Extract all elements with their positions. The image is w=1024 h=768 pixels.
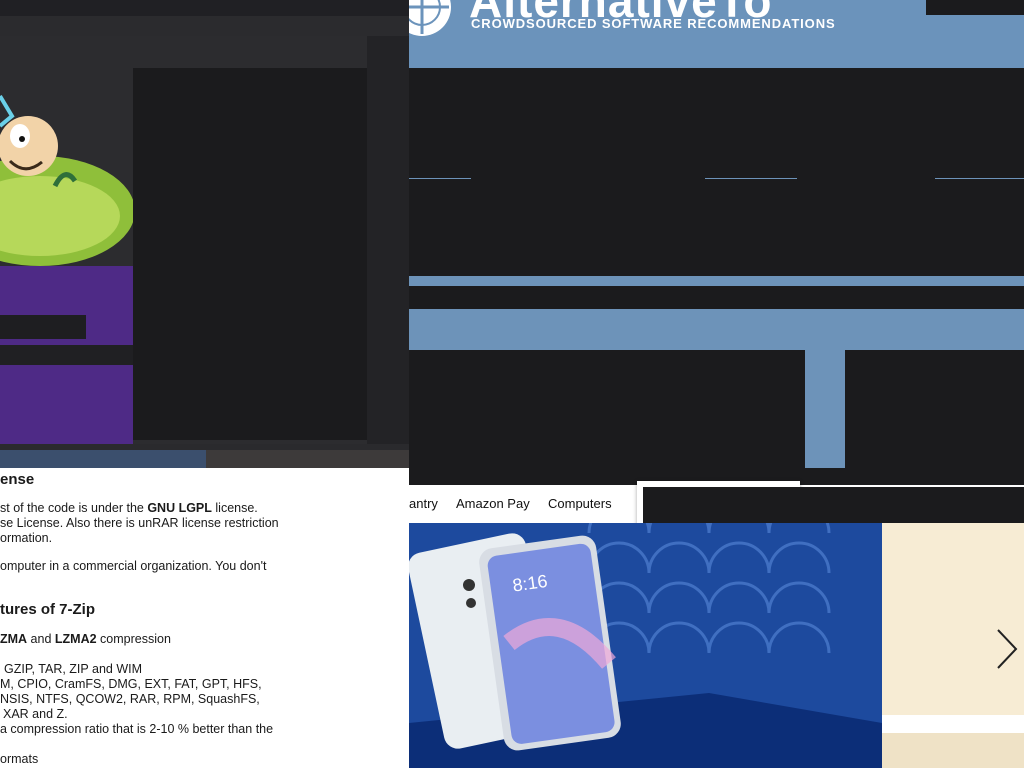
overlay-block-strip [409, 158, 1024, 178]
header-corner-overlay [926, 0, 1024, 15]
phone-promo-image: 8:16 [409, 523, 882, 768]
feature-lzma: ZMA and LZMA2 compression [0, 632, 171, 646]
left-caption-bar [0, 315, 86, 339]
overlay-block-lower [409, 286, 1024, 309]
left-thumbnail-strip [0, 444, 409, 468]
overlay-block-right [845, 350, 1024, 468]
license-line-3: ormation. [0, 531, 53, 545]
thumbnail-images [0, 444, 409, 468]
feature-line-4: XAR and Z. [3, 707, 68, 721]
left-side-strip [367, 36, 409, 444]
site-header: AlternativeTo CROWDSOURCED SOFTWARE RECO… [409, 0, 1024, 68]
overlay-block-top [409, 68, 1024, 158]
feature-line-1: GZIP, TAR, ZIP and WIM [4, 662, 143, 676]
popup-overlay [643, 487, 1024, 525]
left-window-toolbar-strip [0, 16, 409, 36]
feature-line-6: ormats [0, 752, 39, 766]
7zip-info-panel: ense st of the code is under the GNU LGP… [0, 468, 409, 768]
brand-tagline: CROWDSOURCED SOFTWARE RECOMMENDATIONS [471, 16, 836, 31]
license-heading: ense [0, 471, 35, 488]
license-line-4: omputer in a commercial organization. Yo… [0, 559, 267, 573]
overlay-block-left [409, 350, 805, 472]
compass-globe-icon[interactable] [409, 0, 453, 38]
shop-nav-item-amazon-pay[interactable]: Amazon Pay [456, 496, 530, 511]
chevron-right-icon[interactable] [992, 624, 1022, 674]
left-caption-bar-secondary [0, 345, 133, 365]
features-heading: tures of 7-Zip [0, 601, 96, 618]
left-window-titlebar [0, 0, 409, 16]
left-overlay-window: ense st of the code is under the GNU LGP… [0, 0, 409, 768]
feature-line-3: NSIS, NTFS, QCOW2, RAR, RPM, SquashFS, [0, 692, 260, 706]
shop-nav-item-pantry[interactable]: antry [409, 496, 438, 511]
feature-line-2: M, CPIO, CramFS, DMG, EXT, FAT, GPT, HFS… [0, 677, 262, 691]
license-line-1: st of the code is under the GNU LGPL lic… [0, 501, 258, 515]
feature-line-5: a compression ratio that is 2-10 % bette… [0, 722, 274, 736]
alternativeto-page: AlternativeTo CROWDSOURCED SOFTWARE RECO… [409, 0, 1024, 768]
promo-banner[interactable]: 8:16 [409, 523, 882, 768]
license-line-2: se License. Also there is unRAR license … [0, 516, 279, 530]
overlay-block-middle [409, 179, 1024, 276]
shop-nav-item-computers[interactable]: Computers [548, 496, 612, 511]
